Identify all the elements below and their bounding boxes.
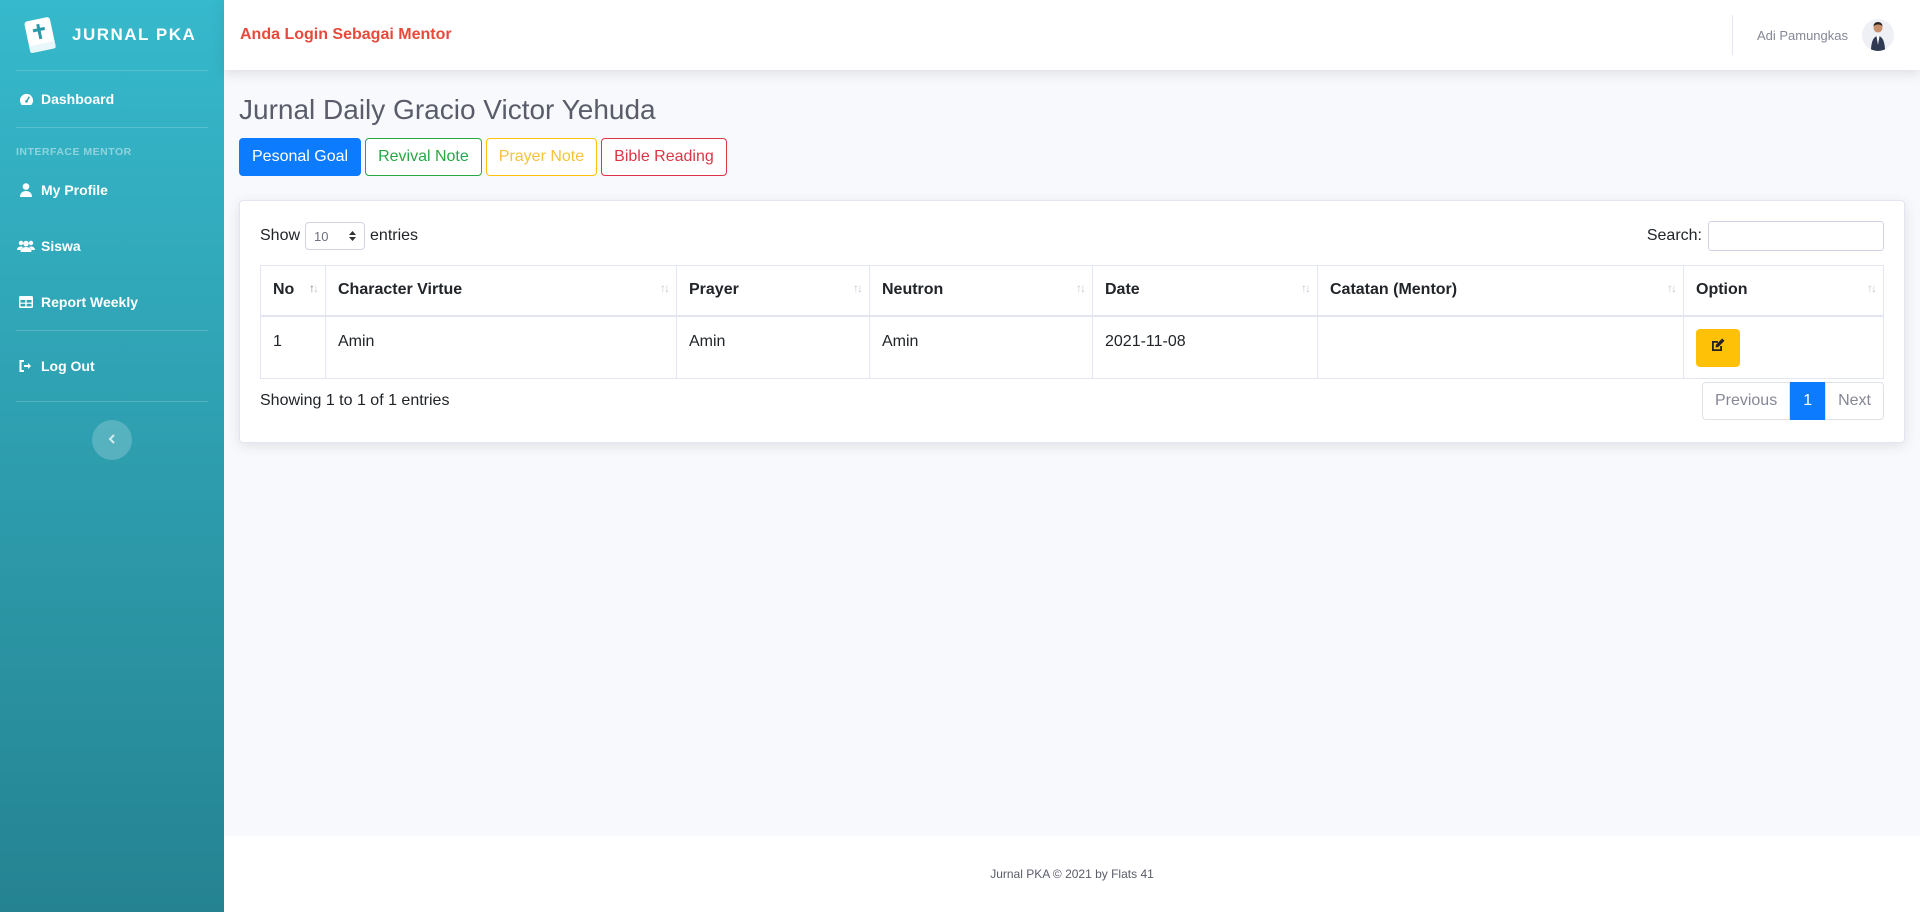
select-arrows-icon: [349, 229, 357, 244]
column-header-no[interactable]: No ↑↓: [260, 265, 326, 317]
cell-neutron: Amin: [869, 315, 1093, 379]
edit-button[interactable]: [1696, 328, 1740, 367]
cell-no: 1: [260, 315, 326, 379]
sidebar-item-log-out[interactable]: Log Out: [0, 331, 224, 401]
sort-icon: ↑↓: [1867, 281, 1877, 295]
sidebar-item-label: My Profile: [41, 182, 108, 198]
brand-name: JURNAL PKA: [72, 25, 197, 44]
column-header-catatan-mentor[interactable]: Catatan (Mentor) ↑↓: [1317, 265, 1684, 317]
column-header-date[interactable]: Date ↑↓: [1092, 265, 1318, 317]
sidebar-divider: [16, 401, 208, 402]
topbar: Anda Login Sebagai Mentor Adi Pamungkas: [224, 0, 1920, 70]
sort-icon: ↑↓: [1076, 281, 1086, 295]
sort-icon: ↑↓: [1667, 281, 1677, 295]
cell-catatan-mentor: [1317, 315, 1684, 379]
bible-icon: [19, 14, 62, 57]
avatar[interactable]: [1862, 19, 1894, 51]
sidebar-item-siswa[interactable]: Siswa: [0, 218, 224, 274]
users-icon: [16, 238, 36, 254]
cell-option: [1683, 315, 1884, 379]
show-entries: Show 10 entries: [260, 222, 418, 250]
page-title: Jurnal Daily Gracio Victor Yehuda: [239, 94, 656, 125]
column-header-prayer[interactable]: Prayer ↑↓: [676, 265, 870, 317]
pagination: Previous 1 Next: [1701, 382, 1884, 420]
column-header-neutron[interactable]: Neutron ↑↓: [869, 265, 1093, 317]
sort-icon: ↑↓: [660, 281, 670, 295]
cell-character-virtue: Amin: [325, 315, 677, 379]
sidebar-brand[interactable]: JURNAL PKA: [0, 0, 224, 70]
cell-date: 2021-11-08: [1092, 315, 1318, 379]
sidebar-item-report-weekly[interactable]: Report Weekly: [0, 274, 224, 330]
table-row: 1 Amin Amin Amin 2021-11-08: [260, 315, 1884, 379]
tachometer-icon: [16, 91, 36, 107]
entries-per-page-select[interactable]: 10: [305, 222, 366, 250]
login-status-message: Anda Login Sebagai Mentor: [240, 26, 452, 43]
search-label: Search:: [1646, 227, 1702, 244]
user-icon: [16, 182, 36, 198]
sidebar-item-label: Log Out: [41, 358, 95, 374]
entries-label: entries: [370, 227, 419, 244]
sidebar-toggle-button[interactable]: [92, 420, 132, 460]
journal-table: No ↑↓ Character Virtue ↑↓ Prayer ↑↓ Neutron…: [260, 265, 1884, 379]
sidebar-heading: INTERFACE MENTOR: [16, 146, 132, 158]
entries-per-page-value: 10: [314, 228, 329, 244]
bible-reading-button[interactable]: Bible Reading: [601, 138, 727, 176]
chevron-left-icon: [108, 431, 116, 449]
pagination-previous[interactable]: Previous: [1701, 382, 1791, 420]
table-search: Search:: [1647, 221, 1884, 251]
cell-prayer: Amin: [676, 315, 870, 379]
table-controls: Show 10 entries Search:: [260, 221, 1884, 251]
sort-icon: ↑↓: [853, 281, 863, 295]
copyright-text: Jurnal PKA © 2021 by Flats 41: [990, 867, 1154, 881]
table-footer: Showing 1 to 1 of 1 entries Previous 1 N…: [260, 382, 1884, 420]
sidebar-item-label: Report Weekly: [41, 294, 138, 310]
sidebar: JURNAL PKA Dashboard INTERFACE MENTOR My…: [0, 0, 224, 912]
table-icon: [16, 294, 36, 310]
sidebar-item-my-profile[interactable]: My Profile: [0, 162, 224, 218]
sidebar-item-label: Siswa: [41, 238, 81, 254]
column-header-character-virtue[interactable]: Character Virtue ↑↓: [325, 265, 677, 317]
sort-icon: ↑↓: [1301, 281, 1311, 295]
journal-type-buttons: Pesonal Goal Revival Note Prayer Note Bi…: [239, 138, 1905, 176]
show-label: Show: [260, 227, 301, 244]
table-card: Show 10 entries Search: No ↑↓ Character V…: [239, 200, 1905, 443]
pagination-next[interactable]: Next: [1825, 382, 1884, 420]
footer: Jurnal PKA © 2021 by Flats 41: [224, 836, 1920, 912]
user-name[interactable]: Adi Pamungkas: [1757, 28, 1848, 43]
sidebar-item-dashboard[interactable]: Dashboard: [0, 71, 224, 127]
pagination-page-1[interactable]: 1: [1790, 382, 1826, 420]
sidebar-item-label: Dashboard: [41, 91, 115, 107]
revival-note-button[interactable]: Revival Note: [365, 138, 482, 176]
search-input[interactable]: [1708, 221, 1884, 251]
edit-icon: [1710, 337, 1726, 358]
column-header-option[interactable]: Option ↑↓: [1683, 265, 1884, 317]
main-content: Jurnal Daily Gracio Victor Yehuda Pesona…: [224, 70, 1920, 836]
sign-out-icon: [16, 358, 36, 374]
sort-icon: ↑↓: [309, 281, 319, 295]
prayer-note-button[interactable]: Prayer Note: [485, 138, 598, 176]
user-menu[interactable]: Adi Pamungkas: [1731, 0, 1920, 70]
table-header-row: No ↑↓ Character Virtue ↑↓ Prayer ↑↓ Neutron…: [260, 265, 1884, 317]
pesonal-goal-button[interactable]: Pesonal Goal: [239, 138, 362, 176]
table-info: Showing 1 to 1 of 1 entries: [260, 392, 450, 409]
topbar-divider: [1731, 15, 1733, 55]
